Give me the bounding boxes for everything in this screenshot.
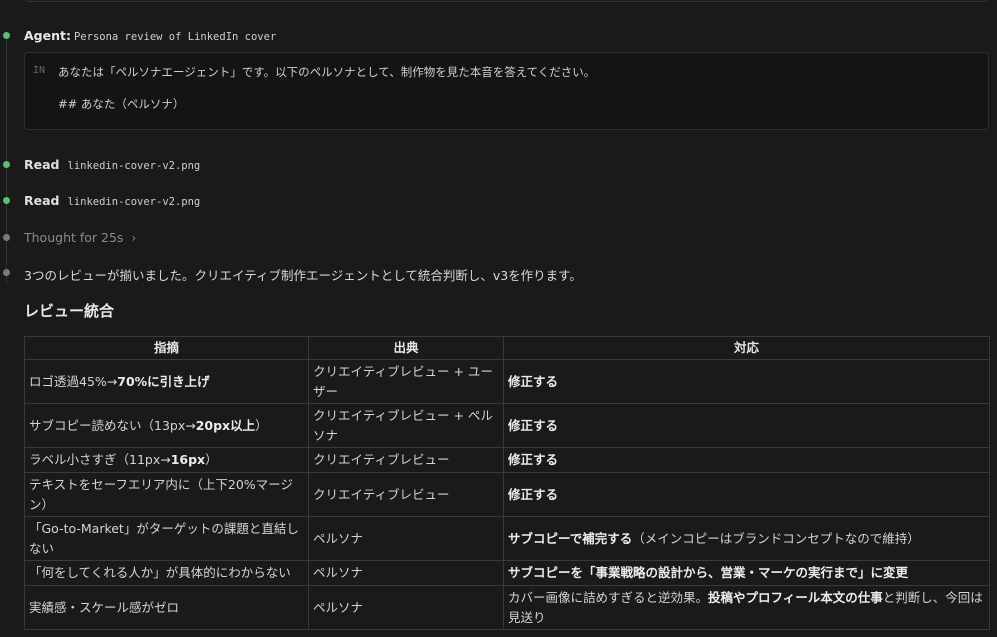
action-bold: サブコピーで補完する (508, 530, 633, 546)
issue-cell: テキストをセーフエリア内に（上下20%マージン） (24, 472, 309, 517)
prompt-line-1: あなたは「ペルソナエージェント」です。以下のペルソナとして、制作物を見た本音を答… (58, 65, 596, 79)
action-cell: 修正する (503, 403, 990, 448)
issue-tail: ） (205, 452, 218, 467)
table-row: 「Go-to-Market」がターゲットの課題と直結しない ペルソナ サブコピーで補… (24, 516, 990, 561)
timeline-line (6, 34, 7, 284)
agent-row[interactable]: Agent: Persona review of LinkedIn cover (24, 28, 276, 43)
status-dot-thought (3, 234, 10, 241)
issue-cell: 「Go-to-Market」がターゲットの課題と直結しない (24, 516, 309, 561)
action-bold: 修正する (508, 373, 559, 389)
prompt-in-tag: IN (33, 65, 46, 76)
action-cell: 修正する (503, 472, 990, 517)
agent-task: Persona review of LinkedIn cover (73, 31, 277, 43)
read-row-1[interactable]: Read linkedin-cover-v2.png (24, 157, 200, 172)
source-cell: ペルソナ (308, 560, 504, 586)
review-table: 指摘 出典 対応 ロゴ透過45%→70%に引き上げ クリエイティブレビュー + ユ… (24, 336, 990, 630)
table-row: ラベル小さすぎ（11px→16px） クリエイティブレビュー 修正する (24, 447, 990, 473)
source-cell: クリエイティブレビュー (308, 447, 504, 473)
action-text: （メインコピーはブランドコンセプトなので維持） (632, 530, 920, 546)
table-row: テキストをセーフエリア内に（上下20%マージン） クリエイティブレビュー 修正する (24, 472, 990, 517)
table-row: 「何をしてくれる人か」が具体的にわからない ペルソナ サブコピーを「事業戦略の設計か… (24, 560, 990, 586)
column-header: 対応 (503, 336, 990, 360)
action-cell: サブコピーで補完する（メインコピーはブランドコンセプトなので維持） (503, 516, 990, 561)
action-text: カバー画像に詰めすぎると逆効果。 (508, 589, 709, 605)
table-row: 実績感・スケール感がゼロ ペルソナ カバー画像に詰めすぎると逆効果。投稿やプロフィー… (24, 585, 990, 630)
issue-tail: ） (255, 417, 268, 433)
table-row: ロゴ透過45%→70%に引き上げ クリエイティブレビュー + ユーザー 修正する (24, 359, 990, 404)
previous-block-edge (24, 0, 990, 2)
action-bold: 修正する (508, 417, 559, 433)
action-bold-2: 投稿やプロフィール本文の仕事 (708, 589, 883, 605)
status-dot-agent (3, 32, 10, 39)
issue-text: ロゴ透過45%→ (29, 373, 118, 389)
table-header-row: 指摘 出典 対応 (24, 336, 990, 360)
issue-cell: ロゴ透過45%→70%に引き上げ (24, 359, 309, 404)
source-cell: クリエイティブレビュー + ユーザー (308, 359, 504, 404)
action-cell: 修正する (503, 447, 990, 473)
issue-cell: ラベル小さすぎ（11px→16px） (24, 447, 309, 473)
issue-cell: 実績感・スケール感がゼロ (24, 585, 309, 630)
issue-cell: 「何をしてくれる人か」が具体的にわからない (24, 560, 309, 586)
column-header: 出典 (308, 336, 504, 360)
table-row: サブコピー読めない（13px→20px以上） クリエイティブレビュー + ペルソナ… (24, 403, 990, 448)
issue-text: ラベル小さすぎ（11px→ (29, 452, 171, 467)
action-cell: サブコピーを「事業戦略の設計から、営業・マーケの実行まで」に変更 (503, 560, 990, 586)
read-row-2[interactable]: Read linkedin-cover-v2.png (24, 193, 200, 208)
source-cell: クリエイティブレビュー (308, 472, 504, 517)
read-label: Read (24, 157, 60, 172)
action-cell: カバー画像に詰めすぎると逆効果。投稿やプロフィール本文の仕事と判断し、今回は見送… (503, 585, 990, 630)
action-bold: サブコピーを「事業戦略の設計から、営業・マーケの実行まで」に変更 (508, 565, 909, 580)
summary-text: 3つのレビューが揃いました。クリエイティブ制作エージェントとして統合判断し、v3… (24, 268, 582, 283)
agent-label: Agent: (24, 28, 71, 43)
prompt-box[interactable]: IN あなたは「ペルソナエージェント」です。以下のペルソナとして、制作物を見た本… (24, 52, 989, 130)
source-cell: ペルソナ (308, 516, 504, 561)
read-file: linkedin-cover-v2.png (67, 196, 201, 208)
prompt-line-2: ## あなた（ペルソナ） (58, 97, 185, 111)
section-heading: レビュー統合 (24, 302, 115, 320)
source-cell: クリエイティブレビュー + ペルソナ (308, 403, 504, 448)
thought-text: Thought for 25s (24, 230, 124, 245)
issue-text: 「何をしてくれる人か」が具体的にわからない (29, 565, 291, 580)
status-dot-read-1 (3, 161, 10, 168)
issue-bold: 16px (170, 452, 206, 467)
issue-bold: 20px以上 (195, 417, 256, 433)
issue-cell: サブコピー読めない（13px→20px以上） (24, 403, 309, 448)
chevron-right-icon[interactable]: › (131, 231, 136, 245)
thought-row[interactable]: Thought for 25s › (24, 230, 136, 245)
source-cell: ペルソナ (308, 585, 504, 630)
issue-text: テキストをセーフエリア内に（上下20%マージン） (29, 476, 293, 512)
issue-text: サブコピー読めない（13px→ (29, 417, 196, 433)
read-file: linkedin-cover-v2.png (67, 160, 201, 172)
status-dot-message (3, 269, 10, 276)
issue-bold: 70%に引き上げ (117, 373, 210, 389)
action-bold: 修正する (508, 452, 559, 467)
action-bold: 修正する (508, 486, 559, 502)
column-header: 指摘 (24, 336, 309, 360)
read-label: Read (24, 193, 60, 208)
issue-text: 実績感・スケール感がゼロ (29, 599, 180, 615)
status-dot-read-2 (3, 197, 10, 204)
issue-text: 「Go-to-Market」がターゲットの課題と直結しない (29, 520, 299, 556)
action-cell: 修正する (503, 359, 990, 404)
